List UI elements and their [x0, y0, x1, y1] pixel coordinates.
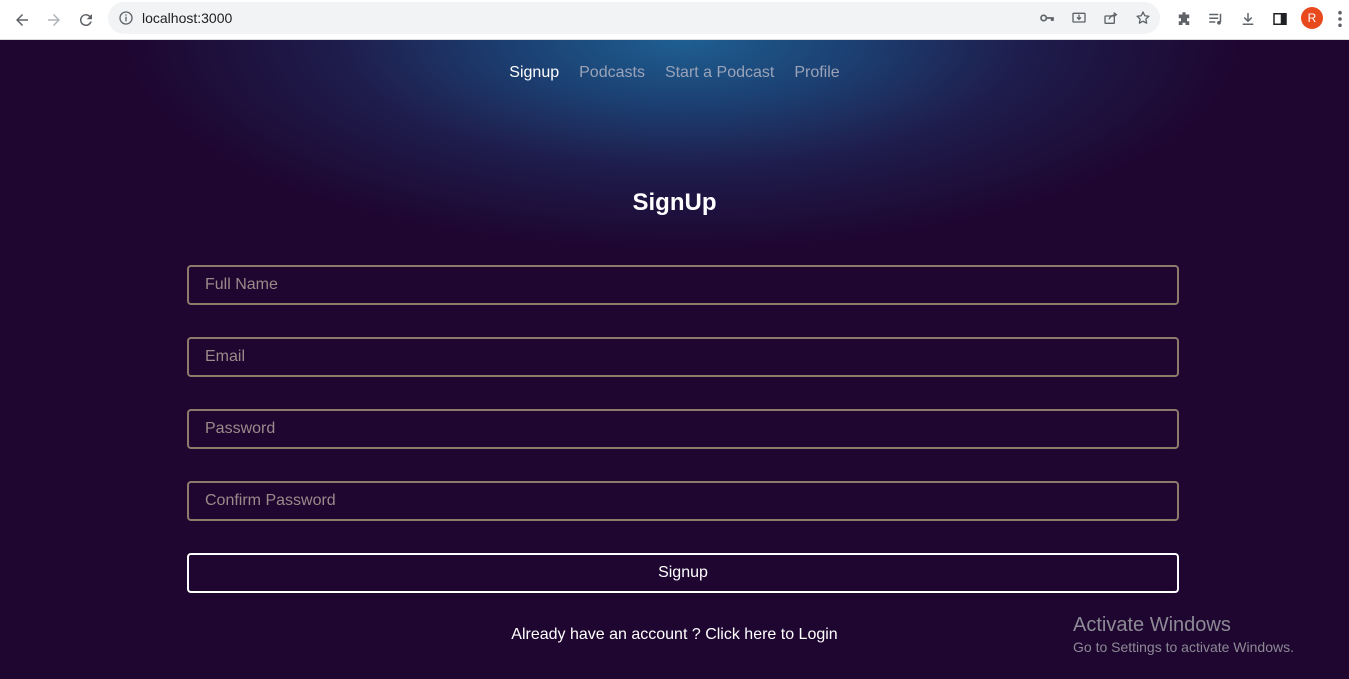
password-input[interactable] — [189, 411, 1177, 447]
page-content: Signup Podcasts Start a Podcast Profile … — [0, 40, 1349, 679]
forward-button[interactable] — [42, 8, 66, 32]
top-nav: Signup Podcasts Start a Podcast Profile — [0, 64, 1349, 82]
reload-icon — [79, 14, 92, 27]
media-controls-icon[interactable] — [1206, 9, 1226, 29]
nav-item-podcasts[interactable]: Podcasts — [579, 64, 645, 82]
activate-windows-watermark: Activate Windows Go to Settings to activ… — [1073, 614, 1294, 655]
page-title: SignUp — [632, 189, 717, 216]
back-arrow-icon — [16, 14, 28, 26]
downloads-icon[interactable] — [1238, 9, 1258, 29]
key-icon[interactable] — [1038, 9, 1056, 27]
watermark-title: Activate Windows — [1073, 614, 1231, 636]
menu-kebab-icon[interactable] — [1334, 9, 1346, 29]
password-field-wrapper — [187, 409, 1179, 449]
full-name-input[interactable] — [189, 267, 1177, 303]
info-icon — [119, 11, 133, 25]
watermark-subtitle: Go to Settings to activate Windows. — [1073, 639, 1294, 655]
confirm-password-field-wrapper — [187, 481, 1179, 521]
reload-button[interactable] — [74, 8, 98, 32]
nav-item-signup[interactable]: Signup — [509, 64, 559, 82]
star-icon[interactable] — [1134, 9, 1152, 27]
signup-button[interactable]: Signup — [187, 553, 1179, 593]
nav-item-start-a-podcast[interactable]: Start a Podcast — [665, 64, 774, 82]
install-icon[interactable] — [1070, 9, 1088, 27]
address-bar[interactable]: localhost:3000 — [108, 2, 1160, 34]
profile-avatar[interactable]: R — [1301, 7, 1323, 29]
confirm-password-input[interactable] — [189, 483, 1177, 519]
extensions-icon[interactable] — [1174, 9, 1194, 29]
side-panel-icon[interactable] — [1270, 9, 1290, 29]
email-field-wrapper — [187, 337, 1179, 377]
email-input[interactable] — [189, 339, 1177, 375]
back-button[interactable] — [10, 8, 34, 32]
forward-arrow-icon — [48, 14, 60, 26]
nav-item-profile[interactable]: Profile — [794, 64, 839, 82]
url-text: localhost:3000 — [142, 10, 233, 26]
browser-toolbar: localhost:3000 R — [0, 0, 1349, 40]
share-icon[interactable] — [1102, 9, 1120, 27]
full-name-field-wrapper — [187, 265, 1179, 305]
